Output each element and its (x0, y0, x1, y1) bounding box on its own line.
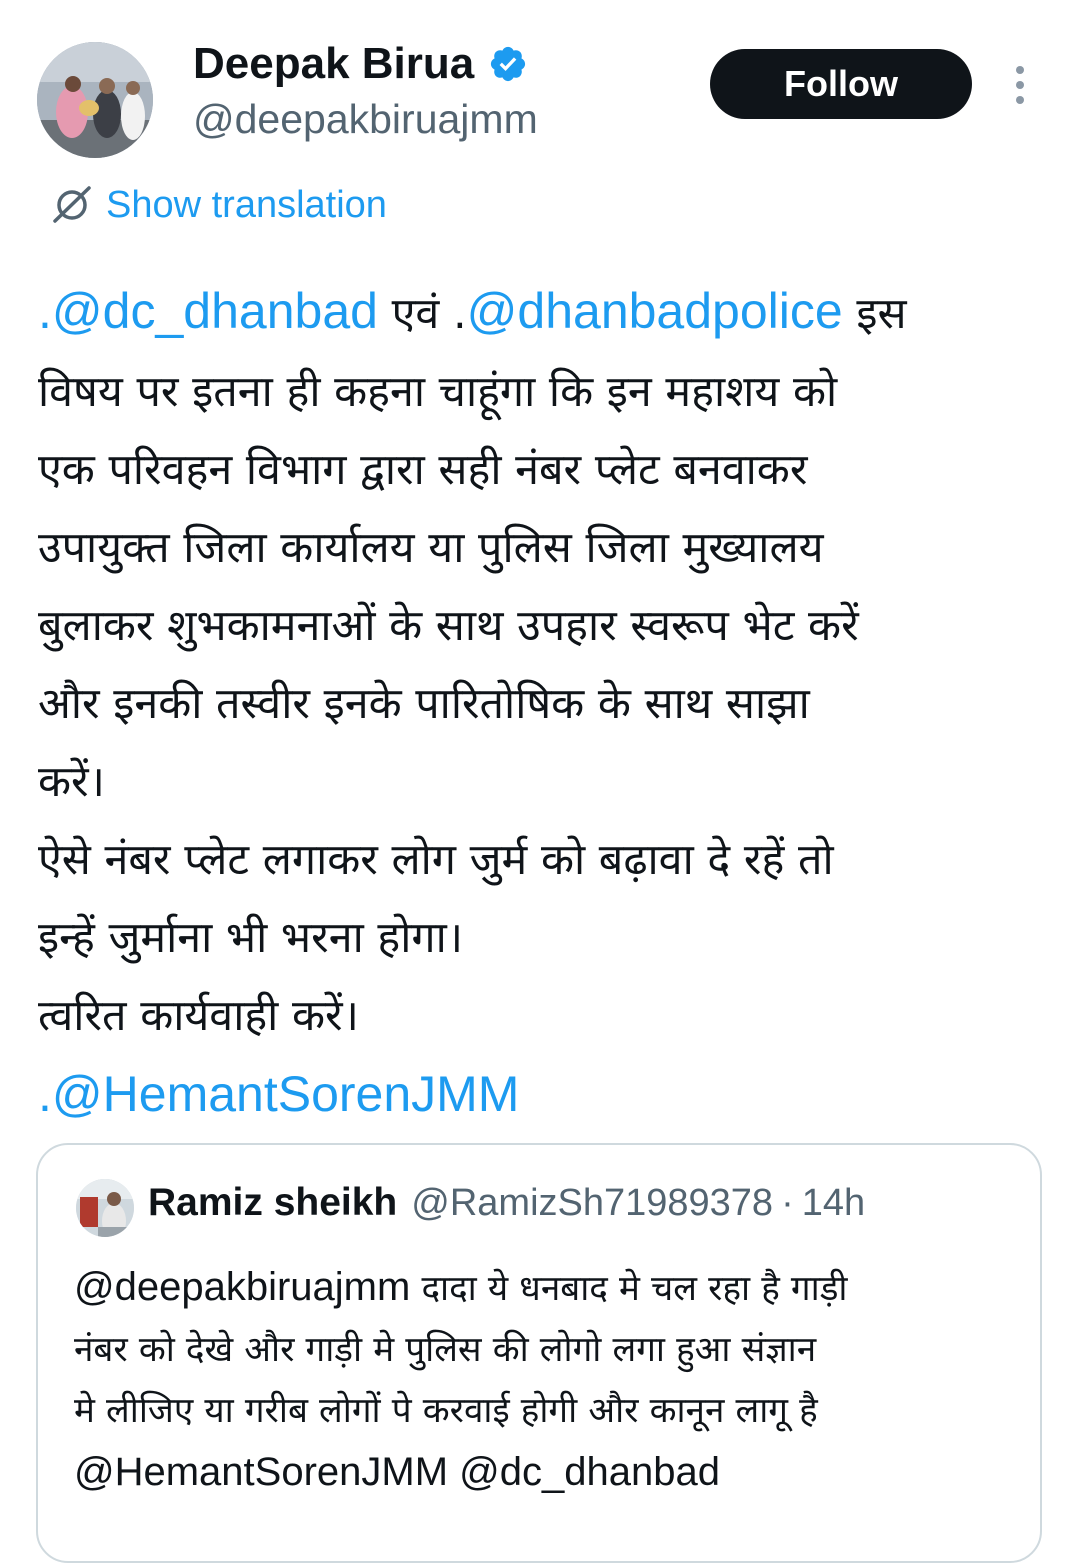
quoted-author-name[interactable]: Ramiz sheikh (148, 1181, 397, 1225)
tweet-line: और इनकी तस्वीर इनके पारितोषिक के साथ साझ… (38, 679, 810, 729)
quoted-mention-deepakbiruajmm: @deepakbiruajmm (74, 1265, 411, 1309)
author-handle[interactable]: @deepakbiruajmm (193, 94, 538, 144)
author-avatar[interactable] (37, 42, 153, 158)
verified-badge-icon (491, 46, 526, 82)
mention-dhanbadpolice[interactable]: @dhanbadpolice (467, 283, 843, 339)
quoted-timestamp[interactable]: 14h (802, 1182, 865, 1225)
tweet-line: विषय पर इतना ही कहना चाहूंगा कि इन महाशय… (38, 367, 838, 417)
tweet-line: ऐसे नंबर प्लेट लगाकर लोग जुर्म को बढ़ावा… (38, 835, 834, 885)
tweet-prefix: . (38, 283, 52, 339)
quoted-author-avatar[interactable] (76, 1179, 134, 1237)
quoted-line-2: नंबर को देखे और गाड़ी मे पुलिस की लोगो ल… (74, 1330, 817, 1370)
separator-dot: · (781, 1182, 794, 1224)
show-translation-link[interactable]: Show translation (50, 180, 387, 230)
tweet-line-1: .@dc_dhanbad एवं .@dhanbadpolice इस (38, 272, 1048, 353)
translate-icon (53, 186, 91, 223)
quoted-line-1: @deepakbiruajmm दादा ये धनबाद मे चल रहा … (74, 1257, 1024, 1320)
tweet-line: उपायुक्त जिला कार्यालय या पुलिस जिला मुख… (38, 523, 824, 573)
tweet-prefix: . (38, 1066, 52, 1122)
tweet-line: त्वरित कार्यवाही करें। (38, 991, 359, 1041)
mention-dc-dhanbad[interactable]: @dc_dhanbad (52, 283, 378, 339)
tweet-text-fragment: इस (842, 289, 907, 339)
quoted-avatar-photo (76, 1179, 134, 1237)
quoted-line-3: मे लीजिए या गरीब लोगों पे करवाई होगी और … (74, 1391, 818, 1431)
author-name[interactable]: Deepak Birua (193, 38, 474, 90)
quoted-tweet[interactable]: Ramiz sheikh @RamizSh71989378 · 14h @dee… (36, 1143, 1042, 1563)
quoted-text-fragment: दादा ये धनबाद मे चल रहा है गाड़ी (410, 1269, 848, 1309)
quoted-tweet-body: @deepakbiruajmm दादा ये धनबाद मे चल रहा … (74, 1257, 1024, 1503)
mention-hemantsorenjmm[interactable]: @HemantSorenJMM (52, 1066, 520, 1122)
avatar-photo (37, 42, 153, 158)
tweet-line: एक परिवहन विभाग द्वारा सही नंबर प्लेट बन… (38, 445, 808, 495)
tweet-last-line: .@HemantSorenJMM (38, 1055, 1048, 1136)
tweet-line: करें। (38, 757, 105, 807)
quoted-author-handle[interactable]: @RamizSh71989378 (411, 1182, 773, 1225)
author-name-row: Deepak Birua (193, 38, 528, 90)
tweet-line: इन्हें जुर्माना भी भरना होगा। (38, 913, 464, 963)
follow-button[interactable]: Follow (710, 49, 972, 119)
quoted-header: Ramiz sheikh @RamizSh71989378 · 14h (148, 1181, 865, 1225)
more-vertical-icon[interactable] (1010, 66, 1030, 106)
show-translation-label: Show translation (106, 184, 387, 226)
tweet-body: .@dc_dhanbad एवं .@dhanbadpolice इस विषय… (38, 272, 1048, 1136)
quoted-line-4: @HemantSorenJMM @dc_dhanbad (74, 1450, 720, 1494)
tweet-text-fragment: एवं . (377, 289, 467, 339)
tweet-line: बुलाकर शुभकामनाओं के साथ उपहार स्वरूप भे… (38, 601, 859, 651)
